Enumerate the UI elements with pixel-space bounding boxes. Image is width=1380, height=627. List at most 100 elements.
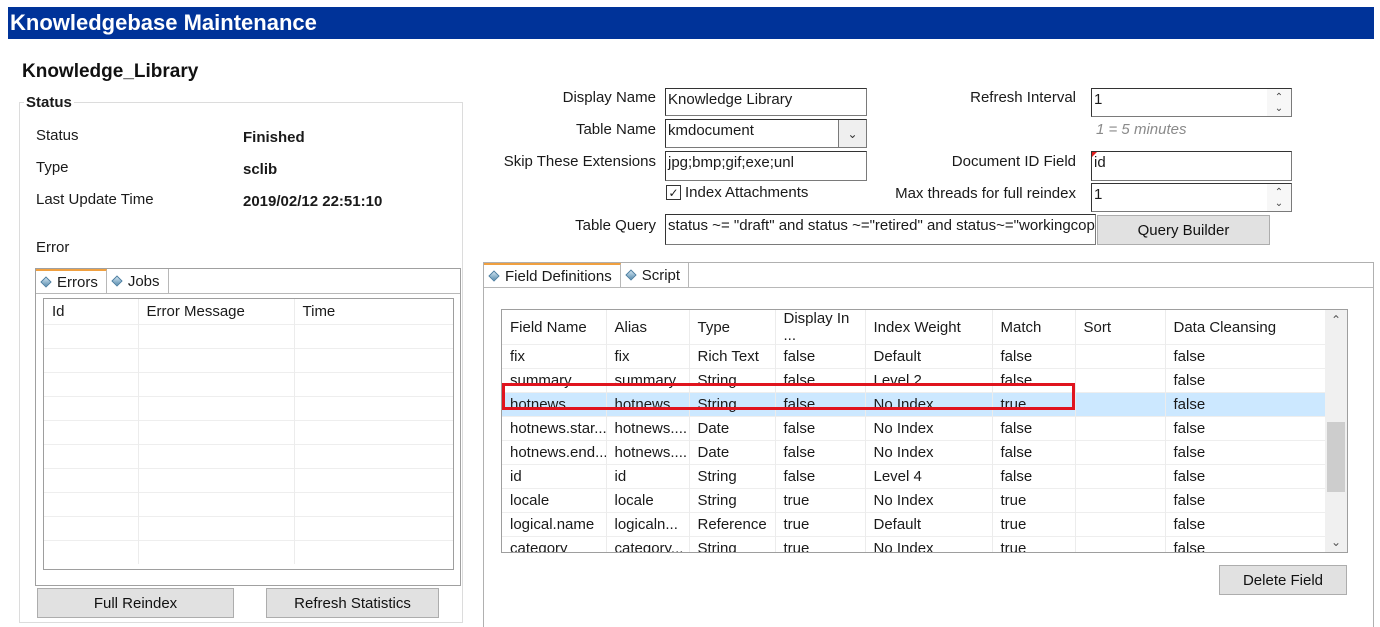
table-row[interactable]: summary summary String false Level 2 false fal… (502, 368, 1327, 393)
window-title: Knowledgebase Maintenance (8, 7, 1374, 39)
table-cell (1075, 440, 1166, 465)
spinner-arrows-icon[interactable]: ⌃ ⌄ (1267, 89, 1291, 116)
table-cell: category (502, 536, 607, 552)
tab-jobs-label: Jobs (127, 272, 160, 290)
scroll-up-icon[interactable]: ⌃ (1325, 313, 1347, 327)
table-cell: false (1165, 464, 1327, 489)
scrollbar-thumb[interactable] (1327, 422, 1345, 492)
empty-row (44, 419, 453, 444)
table-cell: locale (502, 488, 607, 513)
table-row[interactable]: locale locale String true No Index true false (502, 488, 1327, 513)
max-threads-spinner[interactable]: 1 ⌃ ⌄ (1091, 183, 1292, 212)
delete-field-button[interactable]: Delete Field (1219, 565, 1347, 595)
tab-jobs[interactable]: Jobs (106, 269, 169, 293)
table-row[interactable]: category category... String true No Index tru… (502, 536, 1327, 552)
table-query-input[interactable]: status ~= "draft" and status ~="retired"… (665, 214, 1096, 245)
chevron-down-icon[interactable]: ⌄ (838, 120, 866, 147)
table-cell: false (1165, 440, 1327, 465)
status-label: Status (36, 127, 79, 144)
table-cell: hotnews.... (606, 416, 690, 441)
tab-script[interactable]: Script (620, 263, 690, 287)
diamond-icon (625, 269, 637, 281)
table-cell: No Index (865, 440, 993, 465)
document-id-input[interactable]: id (1091, 151, 1292, 181)
table-cell: hotnews.star... (502, 416, 607, 441)
table-cell: false (992, 416, 1076, 441)
table-cell: false (775, 392, 866, 417)
table-row[interactable]: hotnews.end... hotnews.... Date false No Ind… (502, 440, 1327, 465)
index-attachments-checkbox[interactable]: ✓ (666, 185, 681, 200)
errors-jobs-tabfolder: Errors Jobs Id Error Message Time (35, 268, 461, 586)
column-header-id[interactable]: Id (44, 299, 139, 324)
table-cell: summary (502, 368, 607, 393)
table-cell: false (1165, 368, 1327, 393)
status-group-legend: Status (24, 94, 74, 111)
tab-divider (36, 293, 460, 294)
empty-row (44, 515, 453, 540)
tab-field-definitions[interactable]: Field Definitions (484, 263, 621, 287)
vertical-scrollbar[interactable]: ⌃ ⌄ (1325, 310, 1347, 552)
table-cell: summary (606, 368, 690, 393)
table-cell: No Index (865, 488, 993, 513)
table-cell: false (992, 368, 1076, 393)
refresh-statistics-button[interactable]: Refresh Statistics (266, 588, 439, 618)
table-row[interactable]: id id String false Level 4 false false (502, 464, 1327, 489)
table-name-combo[interactable]: kmdocument ⌄ (665, 119, 867, 148)
table-cell: hotnews (606, 392, 690, 417)
skip-extensions-input[interactable]: jpg;bmp;gif;exe;unl (665, 151, 867, 181)
table-cell: category... (606, 536, 690, 552)
scroll-down-icon[interactable]: ⌄ (1325, 535, 1347, 549)
table-cell: true (992, 488, 1076, 513)
type-value: sclib (243, 161, 278, 178)
type-label: Type (36, 159, 69, 176)
empty-row (44, 539, 453, 564)
tab-errors[interactable]: Errors (36, 269, 107, 293)
refresh-interval-spinner[interactable]: 1 ⌃ ⌄ (1091, 88, 1292, 117)
display-name-input[interactable]: Knowledge Library (665, 88, 867, 116)
table-cell: Date (689, 440, 776, 465)
table-cell: false (1165, 536, 1327, 552)
status-value: Finished (243, 129, 305, 146)
table-cell: false (1165, 488, 1327, 513)
errors-table[interactable]: Id Error Message Time (43, 298, 454, 570)
query-builder-button[interactable]: Query Builder (1097, 215, 1270, 245)
table-query-label: Table Query (575, 217, 656, 234)
display-name-value: Knowledge Library (668, 91, 793, 108)
refresh-interval-hint: 1 = 5 minutes (1096, 121, 1187, 138)
column-header-field-name[interactable]: Field Name (502, 310, 607, 345)
column-header-data-cleansing[interactable]: Data Cleansing (1165, 310, 1327, 345)
field-definitions-table[interactable]: Field Name Alias Type Display In ... Index W… (501, 309, 1348, 553)
table-name-value: kmdocument (668, 122, 754, 139)
table-row[interactable]: hotnews hotnews String false No Index true fal… (502, 392, 1327, 417)
empty-row (44, 491, 453, 516)
full-reindex-button[interactable]: Full Reindex (37, 588, 234, 618)
table-cell: false (1165, 392, 1327, 417)
spinner-arrows-icon[interactable]: ⌃ ⌄ (1267, 184, 1291, 211)
last-update-label: Last Update Time (36, 191, 154, 208)
table-row[interactable]: fix fix Rich Text false Default false false (502, 344, 1327, 369)
empty-row (44, 347, 453, 372)
table-row[interactable]: hotnews.star... hotnews.... Date false No In… (502, 416, 1327, 441)
table-cell (1075, 464, 1166, 489)
column-header-alias[interactable]: Alias (606, 310, 690, 345)
table-cell: String (689, 488, 776, 513)
table-cell: false (1165, 344, 1327, 369)
table-cell: hotnews.... (606, 440, 690, 465)
column-header-error-message[interactable]: Error Message (138, 299, 295, 324)
table-cell: false (775, 440, 866, 465)
column-header-time[interactable]: Time (294, 299, 453, 324)
table-cell: true (775, 488, 866, 513)
column-header-type[interactable]: Type (689, 310, 776, 345)
table-cell (1075, 488, 1166, 513)
skip-extensions-value: jpg;bmp;gif;exe;unl (668, 154, 794, 171)
max-threads-label: Max threads for full reindex (895, 185, 1076, 202)
column-header-sort[interactable]: Sort (1075, 310, 1166, 345)
column-header-display-in[interactable]: Display In ... (775, 310, 866, 345)
error-label: Error (36, 239, 70, 256)
column-header-match[interactable]: Match (992, 310, 1076, 345)
table-cell: false (775, 416, 866, 441)
column-header-index-weight[interactable]: Index Weight (865, 310, 993, 345)
table-cell: fix (606, 344, 690, 369)
diamond-icon (111, 275, 123, 287)
table-row[interactable]: logical.name logicaln... Reference true Defa… (502, 512, 1327, 537)
